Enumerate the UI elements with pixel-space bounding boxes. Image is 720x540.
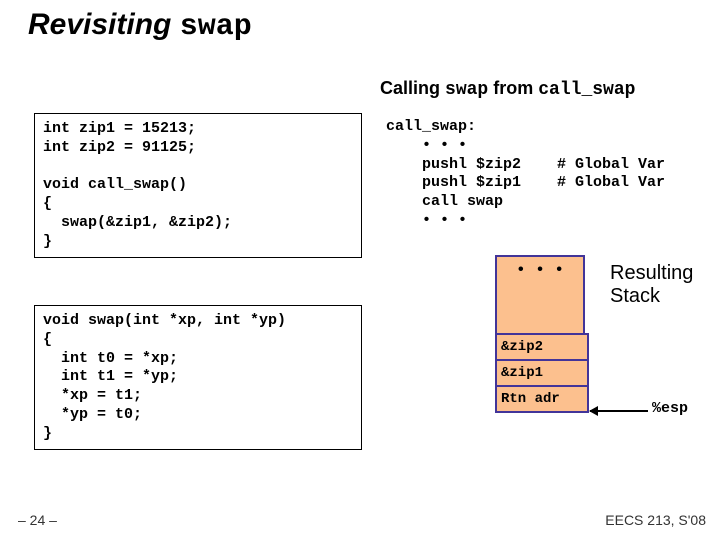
title-mono: swap [180, 10, 252, 44]
stack-diagram: • • • &zip2 &zip1 Rtn adr [495, 255, 589, 413]
subtitle-mono2: call_swap [538, 80, 635, 100]
code-asm: call_swap: • • • pushl $zip2 # Global Va… [386, 118, 665, 231]
stack-label: Resulting Stack [610, 262, 693, 308]
stack-label-line2: Stack [610, 285, 660, 307]
code-box-c-caller: int zip1 = 15213; int zip2 = 91125; void… [34, 113, 362, 258]
slide-number: – 24 – [18, 512, 57, 528]
esp-arrow-icon [590, 410, 648, 412]
title-prefix: Revisiting [28, 8, 180, 41]
slide: Revisiting swap Calling swap from call_s… [0, 0, 720, 540]
stack-cell-zip1: &zip1 [495, 359, 589, 387]
code-box-c-swap: void swap(int *xp, int *yp) { int t0 = *… [34, 305, 362, 450]
stack-cell-zip2: &zip2 [495, 333, 589, 361]
stack-label-line1: Resulting [610, 262, 693, 284]
page-title: Revisiting swap [28, 8, 252, 44]
stack-top-dots: • • • [495, 255, 585, 335]
stack-cell-rtn: Rtn adr [495, 385, 589, 413]
subtitle-prefix: Calling [380, 78, 445, 98]
course-footer: EECS 213, S'08 [605, 512, 706, 528]
subtitle-mono1: swap [445, 80, 488, 100]
subtitle-mid: from [488, 78, 538, 98]
subtitle: Calling swap from call_swap [380, 78, 635, 100]
esp-register-label: %esp [652, 400, 688, 417]
